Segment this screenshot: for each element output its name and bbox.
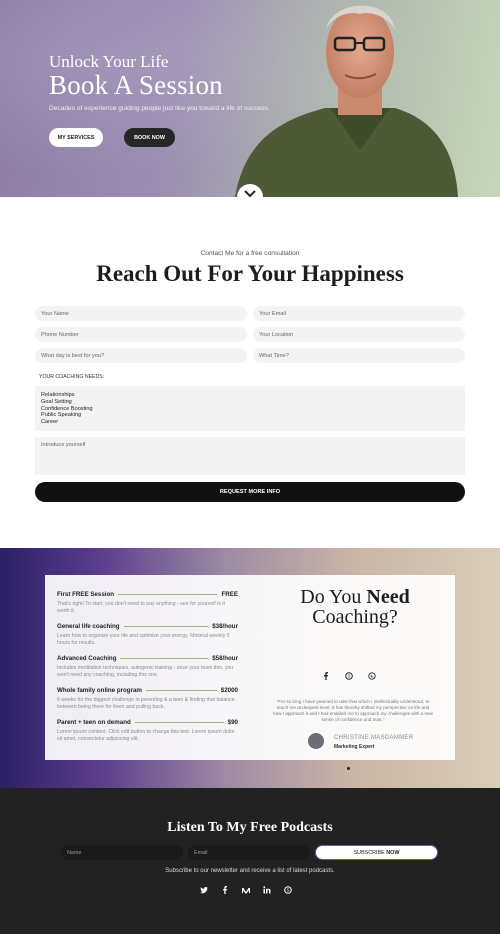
name-field[interactable]: Your Name bbox=[35, 306, 247, 321]
newsletter-email-input[interactable]: Email bbox=[188, 845, 310, 860]
hero-title: Book A Session bbox=[49, 70, 223, 100]
coaching-section: First FREE Session FREE That's right! To … bbox=[0, 548, 500, 788]
skype-icon[interactable]: S bbox=[344, 671, 353, 680]
contact-title: Reach Out For Your Happiness bbox=[0, 261, 500, 287]
price-description: Learn how to organize your life and opti… bbox=[57, 633, 230, 646]
day-field[interactable]: What day is best for you? bbox=[35, 348, 247, 363]
divider bbox=[118, 594, 218, 595]
price-name: Parent + teen on demand bbox=[57, 719, 131, 726]
price-item: First FREE Session FREE That's right! To … bbox=[57, 591, 238, 615]
needs-option[interactable]: Career bbox=[41, 419, 459, 426]
contact-kicker: Contact Me for a free consultation bbox=[200, 250, 300, 257]
avatar bbox=[308, 733, 324, 749]
divider bbox=[120, 658, 209, 659]
newsletter-name-input[interactable]: Name bbox=[61, 845, 183, 860]
footer-social-links: S bbox=[200, 886, 292, 894]
testimonial-role: Marketing Expert bbox=[334, 744, 375, 750]
coaching-needs-label: YOUR COACHING NEEDS: bbox=[39, 374, 105, 380]
coaching-needs-select[interactable]: Relationships Goal Setting Confidence Bo… bbox=[35, 386, 465, 431]
contact-title-post: Happiness bbox=[301, 261, 404, 286]
contact-title-bold: Your bbox=[247, 261, 296, 286]
email-field[interactable]: Your Email bbox=[253, 306, 465, 321]
price-value: $2000 bbox=[220, 687, 238, 694]
price-value: $38/hour bbox=[212, 623, 238, 630]
subscribe-button[interactable]: SUBSCRIBE NOW bbox=[315, 845, 438, 860]
need-coaching-title: Do You Need Coaching? bbox=[275, 587, 435, 627]
testimonial-author: CHRISTINE MASDAMMER bbox=[334, 735, 414, 741]
facebook-icon[interactable] bbox=[221, 886, 229, 894]
divider bbox=[123, 626, 209, 627]
price-value: $90 bbox=[227, 719, 238, 726]
needs-option[interactable]: Public Speaking bbox=[41, 412, 459, 419]
price-item: Whole family online program $2000 6 weeks… bbox=[57, 687, 238, 711]
svg-text:S: S bbox=[347, 673, 350, 678]
contact-title-pre: Reach Out For bbox=[96, 261, 243, 286]
podcast-title-bold: Free Podcasts bbox=[250, 820, 333, 835]
coach-portrait-image bbox=[235, 5, 458, 197]
my-services-button[interactable]: MY SERVICES bbox=[49, 128, 103, 147]
price-name: Whole family online program bbox=[57, 687, 142, 694]
hero-section: Unlock Your Life Book A Session Decades … bbox=[0, 0, 500, 197]
divider bbox=[145, 690, 217, 691]
carousel-dot[interactable] bbox=[353, 767, 356, 770]
price-value: $58/hour bbox=[212, 655, 238, 662]
book-now-button[interactable]: BOOK NOW bbox=[124, 128, 175, 147]
price-name: First FREE Session bbox=[57, 591, 115, 598]
price-description: 6 weeks for the biggest challenge in par… bbox=[57, 697, 235, 710]
introduce-yourself-textarea[interactable]: Introduce yourself bbox=[35, 437, 465, 475]
need-title-pre: Do You bbox=[300, 586, 362, 608]
facebook-icon[interactable] bbox=[321, 671, 330, 680]
chevron-down-icon bbox=[244, 190, 256, 198]
need-title-post: Coaching? bbox=[312, 606, 398, 628]
footer-section bbox=[0, 788, 500, 934]
subscribe-label-bold: NOW bbox=[386, 849, 400, 856]
phone-field[interactable]: Phone Number bbox=[35, 327, 247, 342]
whatsapp-icon[interactable] bbox=[367, 671, 376, 680]
price-description: That's right! To start, you don't need t… bbox=[57, 601, 225, 614]
scroll-down-button[interactable] bbox=[237, 184, 263, 210]
needs-option[interactable]: Goal Setting bbox=[41, 399, 459, 406]
newsletter-text: Subscribe to our newsletter and receive … bbox=[165, 868, 335, 874]
price-description: Lorem ipsum content. Click edit button t… bbox=[57, 729, 235, 742]
medium-icon[interactable] bbox=[242, 886, 250, 894]
price-item: Advanced Coaching $58/hour Includes medit… bbox=[57, 655, 238, 679]
podcast-title: Listen To My Free Podcasts bbox=[0, 820, 500, 836]
price-name: Advanced Coaching bbox=[57, 655, 117, 662]
request-more-info-button[interactable]: REQUEST MORE INFO bbox=[35, 482, 465, 502]
hero-script-line: Unlock Your Life bbox=[49, 52, 169, 71]
hero-tagline: Decades of experience guiding people jus… bbox=[49, 105, 270, 112]
needs-option[interactable]: Relationships bbox=[41, 392, 459, 399]
twitter-icon[interactable] bbox=[200, 886, 208, 894]
podcast-title-pre: Listen To My bbox=[167, 820, 247, 835]
carousel-dot-active[interactable] bbox=[347, 767, 350, 770]
coaching-social-links: S bbox=[321, 671, 376, 680]
price-item: General life coaching $38/hour Learn how … bbox=[57, 623, 238, 647]
price-value: FREE bbox=[221, 591, 238, 598]
needs-option[interactable]: Confidence Boosting bbox=[41, 406, 459, 413]
subscribe-label: SUBSCRIBE bbox=[353, 849, 385, 856]
price-item: Parent + teen on demand $90 Lorem ipsum c… bbox=[57, 719, 238, 743]
time-field[interactable]: What Time? bbox=[253, 348, 465, 363]
svg-text:S: S bbox=[286, 888, 289, 893]
coaching-card: First FREE Session FREE That's right! To … bbox=[45, 575, 455, 770]
location-field[interactable]: Your Location bbox=[253, 327, 465, 342]
price-name: General life coaching bbox=[57, 623, 120, 630]
testimonial-quote: "For so long I have yearned to take that… bbox=[273, 699, 433, 722]
divider bbox=[134, 722, 224, 723]
skype-icon[interactable]: S bbox=[284, 886, 292, 894]
price-description: Includes meditation techniques, autogeni… bbox=[57, 665, 234, 678]
need-title-bold: Need bbox=[366, 586, 410, 608]
linkedin-icon[interactable] bbox=[263, 886, 271, 894]
